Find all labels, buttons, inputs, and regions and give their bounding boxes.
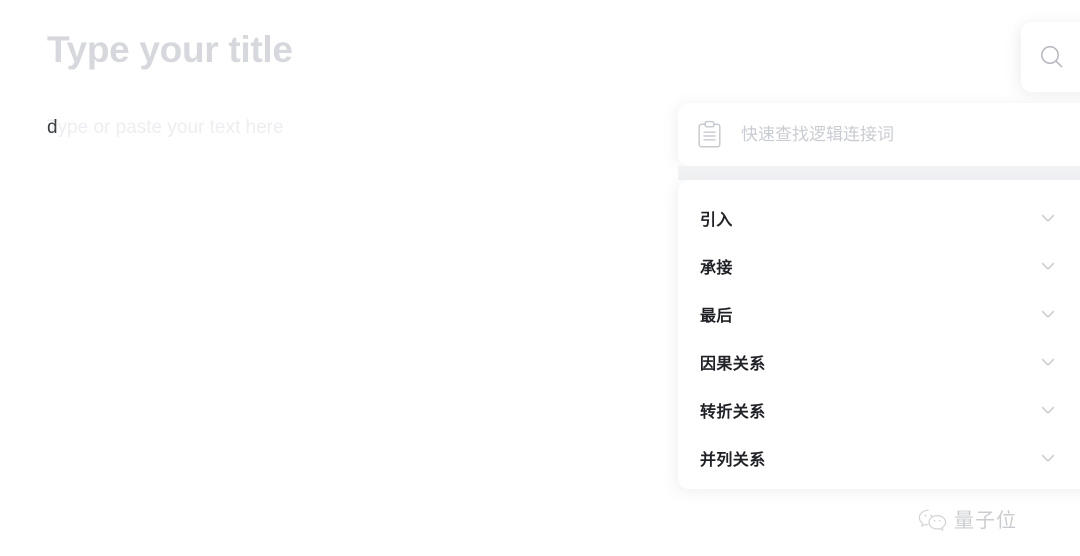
panel-divider-gap — [678, 166, 1080, 180]
logic-search-input[interactable] — [741, 124, 1041, 145]
logic-category-label: 承接 — [700, 260, 733, 277]
logic-category-label: 因果关系 — [700, 356, 766, 373]
logic-category-label: 最后 — [700, 308, 733, 325]
logic-category-list: 引入 承接 最后 因果关系 转折关系 并列关系 — [678, 180, 1080, 489]
logic-category-label: 转折关系 — [700, 404, 766, 421]
logic-category-row-0[interactable]: 引入 — [678, 194, 1080, 242]
watermark: 量子位 — [918, 508, 1017, 534]
logic-category-row-4[interactable]: 转折关系 — [678, 386, 1080, 434]
logic-connective-panel: 引入 承接 最后 因果关系 — [678, 103, 1080, 489]
search-toggle-button[interactable] — [1021, 22, 1080, 92]
chevron-down-icon[interactable] — [1038, 400, 1058, 420]
logic-category-row-3[interactable]: 因果关系 — [678, 338, 1080, 386]
logic-search-box[interactable] — [678, 103, 1080, 166]
logic-category-row-2[interactable]: 最后 — [678, 290, 1080, 338]
chevron-down-icon[interactable] — [1038, 352, 1058, 372]
clipboard-icon — [696, 120, 723, 149]
document-body-placeholder: Type or paste your text here — [47, 117, 284, 138]
wechat-icon — [918, 508, 948, 534]
search-icon — [1037, 42, 1067, 72]
document-body-text[interactable]: d — [47, 114, 58, 142]
chevron-down-icon[interactable] — [1038, 208, 1058, 228]
logic-category-row-5[interactable]: 并列关系 — [678, 434, 1080, 482]
document-title-placeholder[interactable]: Type your title — [47, 26, 293, 74]
watermark-text: 量子位 — [954, 510, 1017, 532]
chevron-down-icon[interactable] — [1038, 256, 1058, 276]
chevron-down-icon[interactable] — [1038, 304, 1058, 324]
logic-category-row-1[interactable]: 承接 — [678, 242, 1080, 290]
chevron-down-icon[interactable] — [1038, 448, 1058, 468]
logic-category-label: 引入 — [700, 212, 733, 229]
logic-category-label: 并列关系 — [700, 452, 766, 469]
